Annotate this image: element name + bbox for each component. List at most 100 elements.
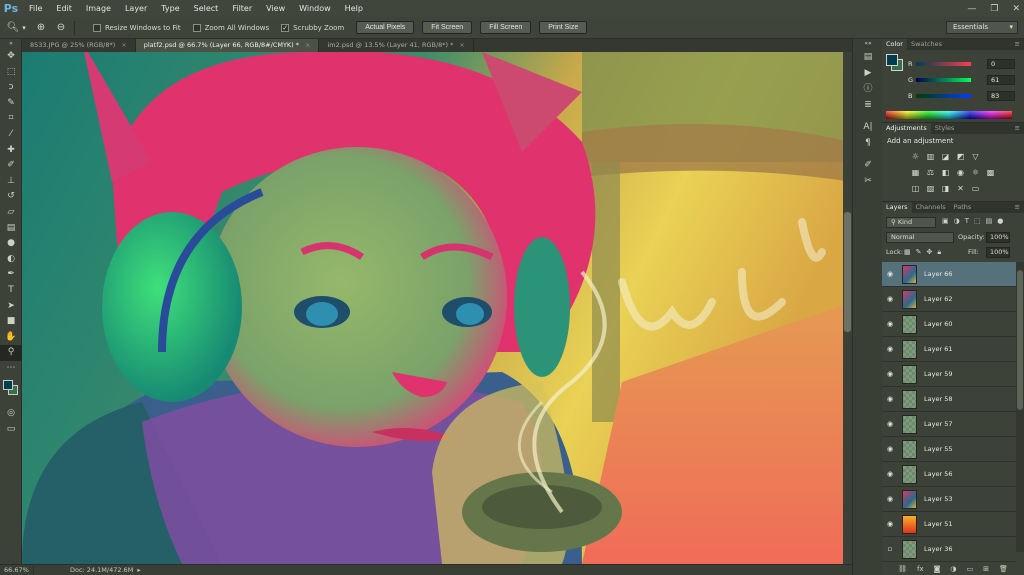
marquee-tool-icon[interactable]: ⬚ — [0, 65, 22, 81]
close-tab-icon[interactable]: × — [121, 41, 126, 49]
brightness-contrast-icon[interactable]: ☼ — [910, 151, 921, 162]
screen-mode-icon[interactable]: ▭ — [0, 422, 22, 438]
layer-name[interactable]: Layer 55 — [924, 445, 952, 453]
minimize-button[interactable]: — — [967, 4, 976, 14]
restore-button[interactable]: ❐ — [990, 4, 998, 14]
lock-pixels-icon[interactable]: ✎ — [916, 248, 922, 257]
black-white-icon[interactable]: ◧ — [940, 167, 951, 178]
quick-select-tool-icon[interactable]: ✎ — [0, 96, 22, 112]
eye-icon[interactable]: ◉ — [882, 345, 898, 353]
fill-screen-button[interactable]: Fill Screen — [480, 21, 532, 34]
collapse-tools-icon[interactable]: » — [0, 39, 22, 49]
status-menu-arrow-icon[interactable]: ▸ — [137, 566, 140, 574]
eye-icon[interactable]: ◉ — [882, 370, 898, 378]
zoom-level-field[interactable]: 66.67% — [0, 566, 34, 574]
eye-icon[interactable]: ◉ — [882, 320, 898, 328]
quick-mask-icon[interactable]: ◎ — [0, 406, 22, 422]
properties-panel-icon[interactable]: ≣ — [853, 97, 883, 113]
layers-scrollbar[interactable] — [1016, 262, 1024, 552]
eye-icon[interactable]: ◉ — [882, 420, 898, 428]
layer-row[interactable]: ◉ Layer 66 — [882, 262, 1016, 287]
layer-row[interactable]: ◉ Layer 55 — [882, 437, 1016, 462]
path-select-tool-icon[interactable]: ➤ — [0, 299, 22, 315]
foreground-color-swatch[interactable] — [3, 380, 13, 391]
blur-tool-icon[interactable]: ● — [0, 236, 22, 252]
adjustment-filter-icon[interactable]: ◑ — [954, 217, 960, 225]
panel-menu-icon[interactable]: ≡ — [1015, 202, 1024, 213]
eye-icon[interactable]: ◉ — [882, 395, 898, 403]
menu-help[interactable]: Help — [338, 0, 370, 17]
history-panel-icon[interactable]: ▤ — [853, 49, 883, 65]
doc-tab-platf2[interactable]: platf2.psd @ 66.7% (Layer 66, RGB/8#/CMY… — [135, 39, 320, 52]
photo-filter-icon[interactable]: ◉ — [955, 167, 966, 178]
type-tool-icon[interactable]: T — [0, 283, 22, 299]
eye-icon[interactable]: ◉ — [882, 520, 898, 528]
layer-name[interactable]: Layer 51 — [924, 520, 952, 528]
menu-window[interactable]: Window — [292, 0, 338, 17]
panel-menu-icon[interactable]: ≡ — [1015, 39, 1024, 50]
lasso-tool-icon[interactable]: ↄ — [0, 80, 22, 96]
trash-icon[interactable]: 🗑︎ — [999, 565, 1008, 573]
menu-filter[interactable]: Filter — [225, 0, 259, 17]
document-canvas[interactable] — [22, 52, 852, 564]
layer-row[interactable]: ◉ Layer 57 — [882, 412, 1016, 437]
blue-slider[interactable] — [916, 94, 971, 98]
menu-layer[interactable]: Layer — [118, 0, 154, 17]
levels-icon[interactable]: ▥ — [925, 151, 936, 162]
menu-view[interactable]: View — [259, 0, 292, 17]
zoom-out-icon[interactable]: ⊖ — [54, 21, 68, 35]
dodge-tool-icon[interactable]: ◐ — [0, 252, 22, 268]
layer-name[interactable]: Layer 53 — [924, 495, 952, 503]
layer-row[interactable]: ◉ Layer 53 — [882, 487, 1016, 512]
smart-object-filter-icon[interactable]: ▤ — [986, 217, 993, 225]
clone-stamp-tool-icon[interactable]: ⊥ — [0, 174, 22, 190]
filter-toggle-icon[interactable]: ● — [997, 217, 1003, 225]
resize-windows-checkbox[interactable]: Resize Windows to Fit — [93, 23, 181, 32]
layer-row[interactable]: ◉ Layer 58 — [882, 387, 1016, 412]
pen-tool-icon[interactable]: ✒ — [0, 267, 22, 283]
layer-row[interactable]: ◉ Layer 60 — [882, 312, 1016, 337]
layer-row[interactable]: ◉ Layer 61 — [882, 337, 1016, 362]
scrubby-zoom-checkbox[interactable]: ✓ Scrubby Zoom — [281, 23, 344, 32]
layer-filter-kind-select[interactable]: ⚲ Kind — [886, 217, 936, 228]
fit-screen-button[interactable]: Fit Screen — [422, 21, 473, 34]
scrollbar-thumb[interactable] — [1017, 270, 1023, 410]
layer-row[interactable]: ◉ Layer 62 — [882, 287, 1016, 312]
layer-name[interactable]: Layer 59 — [924, 370, 952, 378]
lock-position-icon[interactable]: ✥ — [927, 248, 933, 257]
info-panel-icon[interactable]: ⓘ — [853, 81, 883, 97]
lock-all-icon[interactable]: 🔒︎ — [937, 248, 941, 257]
eye-icon[interactable]: ◉ — [882, 295, 898, 303]
blend-mode-select[interactable]: Normal — [886, 232, 954, 243]
opacity-field[interactable]: 100% — [986, 232, 1010, 243]
panel-menu-icon[interactable]: ≡ — [1015, 123, 1024, 134]
color-panel-foreground-swatch[interactable] — [886, 54, 898, 66]
red-slider[interactable] — [916, 62, 971, 66]
shape-tool-icon[interactable]: ■ — [0, 314, 22, 330]
layer-name[interactable]: Layer 62 — [924, 295, 952, 303]
blue-value-field[interactable]: 83 — [987, 91, 1015, 101]
gradient-tool-icon[interactable]: ▤ — [0, 221, 22, 237]
menu-image[interactable]: Image — [79, 0, 118, 17]
tab-adjustments[interactable]: Adjustments — [882, 123, 931, 134]
eraser-tool-icon[interactable]: ▱ — [0, 205, 22, 221]
red-value-field[interactable]: 0 — [987, 59, 1015, 69]
group-icon[interactable]: ▭ — [967, 565, 974, 573]
menu-edit[interactable]: Edit — [49, 0, 79, 17]
type-filter-icon[interactable]: T — [965, 217, 969, 225]
posterize-icon[interactable]: ▨ — [925, 183, 936, 194]
curves-icon[interactable]: ◪ — [940, 151, 951, 162]
green-value-field[interactable]: 61 — [987, 75, 1015, 85]
layer-name[interactable]: Layer 57 — [924, 420, 952, 428]
gradient-map-icon[interactable]: ▭ — [970, 183, 981, 194]
layer-row[interactable]: ◉ Layer 51 — [882, 512, 1016, 537]
hand-tool-icon[interactable]: ✋ — [0, 330, 22, 346]
print-size-button[interactable]: Print Size — [539, 21, 588, 34]
workspace-select[interactable]: Essentials ▾ — [946, 21, 1018, 34]
character-panel-icon[interactable]: A| — [853, 119, 883, 135]
selective-color-icon[interactable]: ✕ — [955, 183, 966, 194]
zoom-all-windows-checkbox[interactable]: Zoom All Windows — [192, 23, 269, 32]
collapse-panels-icon[interactable]: «« — [853, 39, 883, 49]
actions-panel-icon[interactable]: ▶ — [853, 65, 883, 81]
eye-hidden-icon[interactable]: ▫ — [882, 545, 898, 553]
